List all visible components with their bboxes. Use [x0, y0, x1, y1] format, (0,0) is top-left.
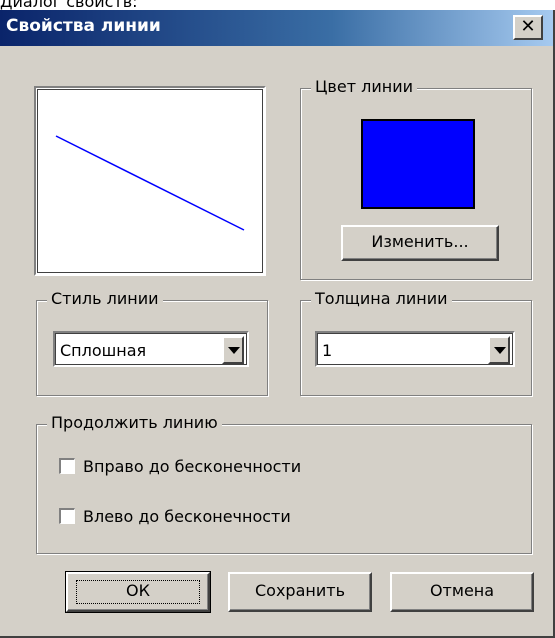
- line-properties-dialog: Свойства линии ✕ Цвет линии Изменить... …: [0, 10, 555, 638]
- cancel-button-label: Отмена: [429, 581, 495, 600]
- color-group: Цвет линии Изменить...: [300, 77, 532, 280]
- continue-line-group-label: Продолжить линию: [47, 413, 222, 432]
- continue-right-checkbox-row[interactable]: Вправо до бесконечности: [59, 457, 301, 476]
- thickness-group: Толщина линии 1: [300, 289, 532, 396]
- color-group-label: Цвет линии: [311, 77, 417, 96]
- close-icon: ✕: [520, 16, 536, 37]
- cancel-button[interactable]: Отмена: [390, 572, 534, 612]
- ok-button[interactable]: ОК: [65, 571, 211, 613]
- color-swatch: [361, 119, 475, 209]
- change-color-button[interactable]: Изменить...: [341, 225, 499, 261]
- continue-left-label: Влево до бесконечности: [83, 507, 291, 526]
- style-group: Стиль линии Сплошная: [36, 289, 268, 396]
- thickness-group-label: Толщина линии: [311, 289, 452, 308]
- line-thickness-select[interactable]: 1: [315, 331, 515, 367]
- caption-text: Диалог свойств:: [0, 0, 138, 10]
- line-thickness-value: 1: [322, 341, 333, 360]
- preview-canvas: [55, 135, 245, 231]
- line-preview: [34, 86, 266, 276]
- window-title: Свойства линии: [6, 16, 161, 36]
- continue-left-checkbox[interactable]: [59, 508, 75, 524]
- line-style-select[interactable]: Сплошная: [53, 331, 249, 367]
- continue-line-group: Продолжить линию Вправо до бесконечности…: [36, 413, 532, 554]
- continue-left-checkbox-row[interactable]: Влево до бесконечности: [59, 507, 291, 526]
- save-button-label: Сохранить: [255, 581, 345, 600]
- style-group-label: Стиль линии: [47, 289, 163, 308]
- close-button[interactable]: ✕: [513, 15, 543, 40]
- chevron-down-icon[interactable]: [222, 336, 244, 364]
- title-bar[interactable]: Свойства линии ✕: [0, 10, 553, 46]
- continue-right-label: Вправо до бесконечности: [83, 457, 302, 476]
- change-color-label: Изменить...: [371, 232, 469, 251]
- preview-line: [55, 135, 245, 231]
- focus-ring: [76, 580, 200, 604]
- save-button[interactable]: Сохранить: [228, 572, 372, 612]
- line-style-value: Сплошная: [60, 341, 147, 360]
- chevron-down-icon[interactable]: [488, 336, 510, 364]
- continue-right-checkbox[interactable]: [59, 458, 75, 474]
